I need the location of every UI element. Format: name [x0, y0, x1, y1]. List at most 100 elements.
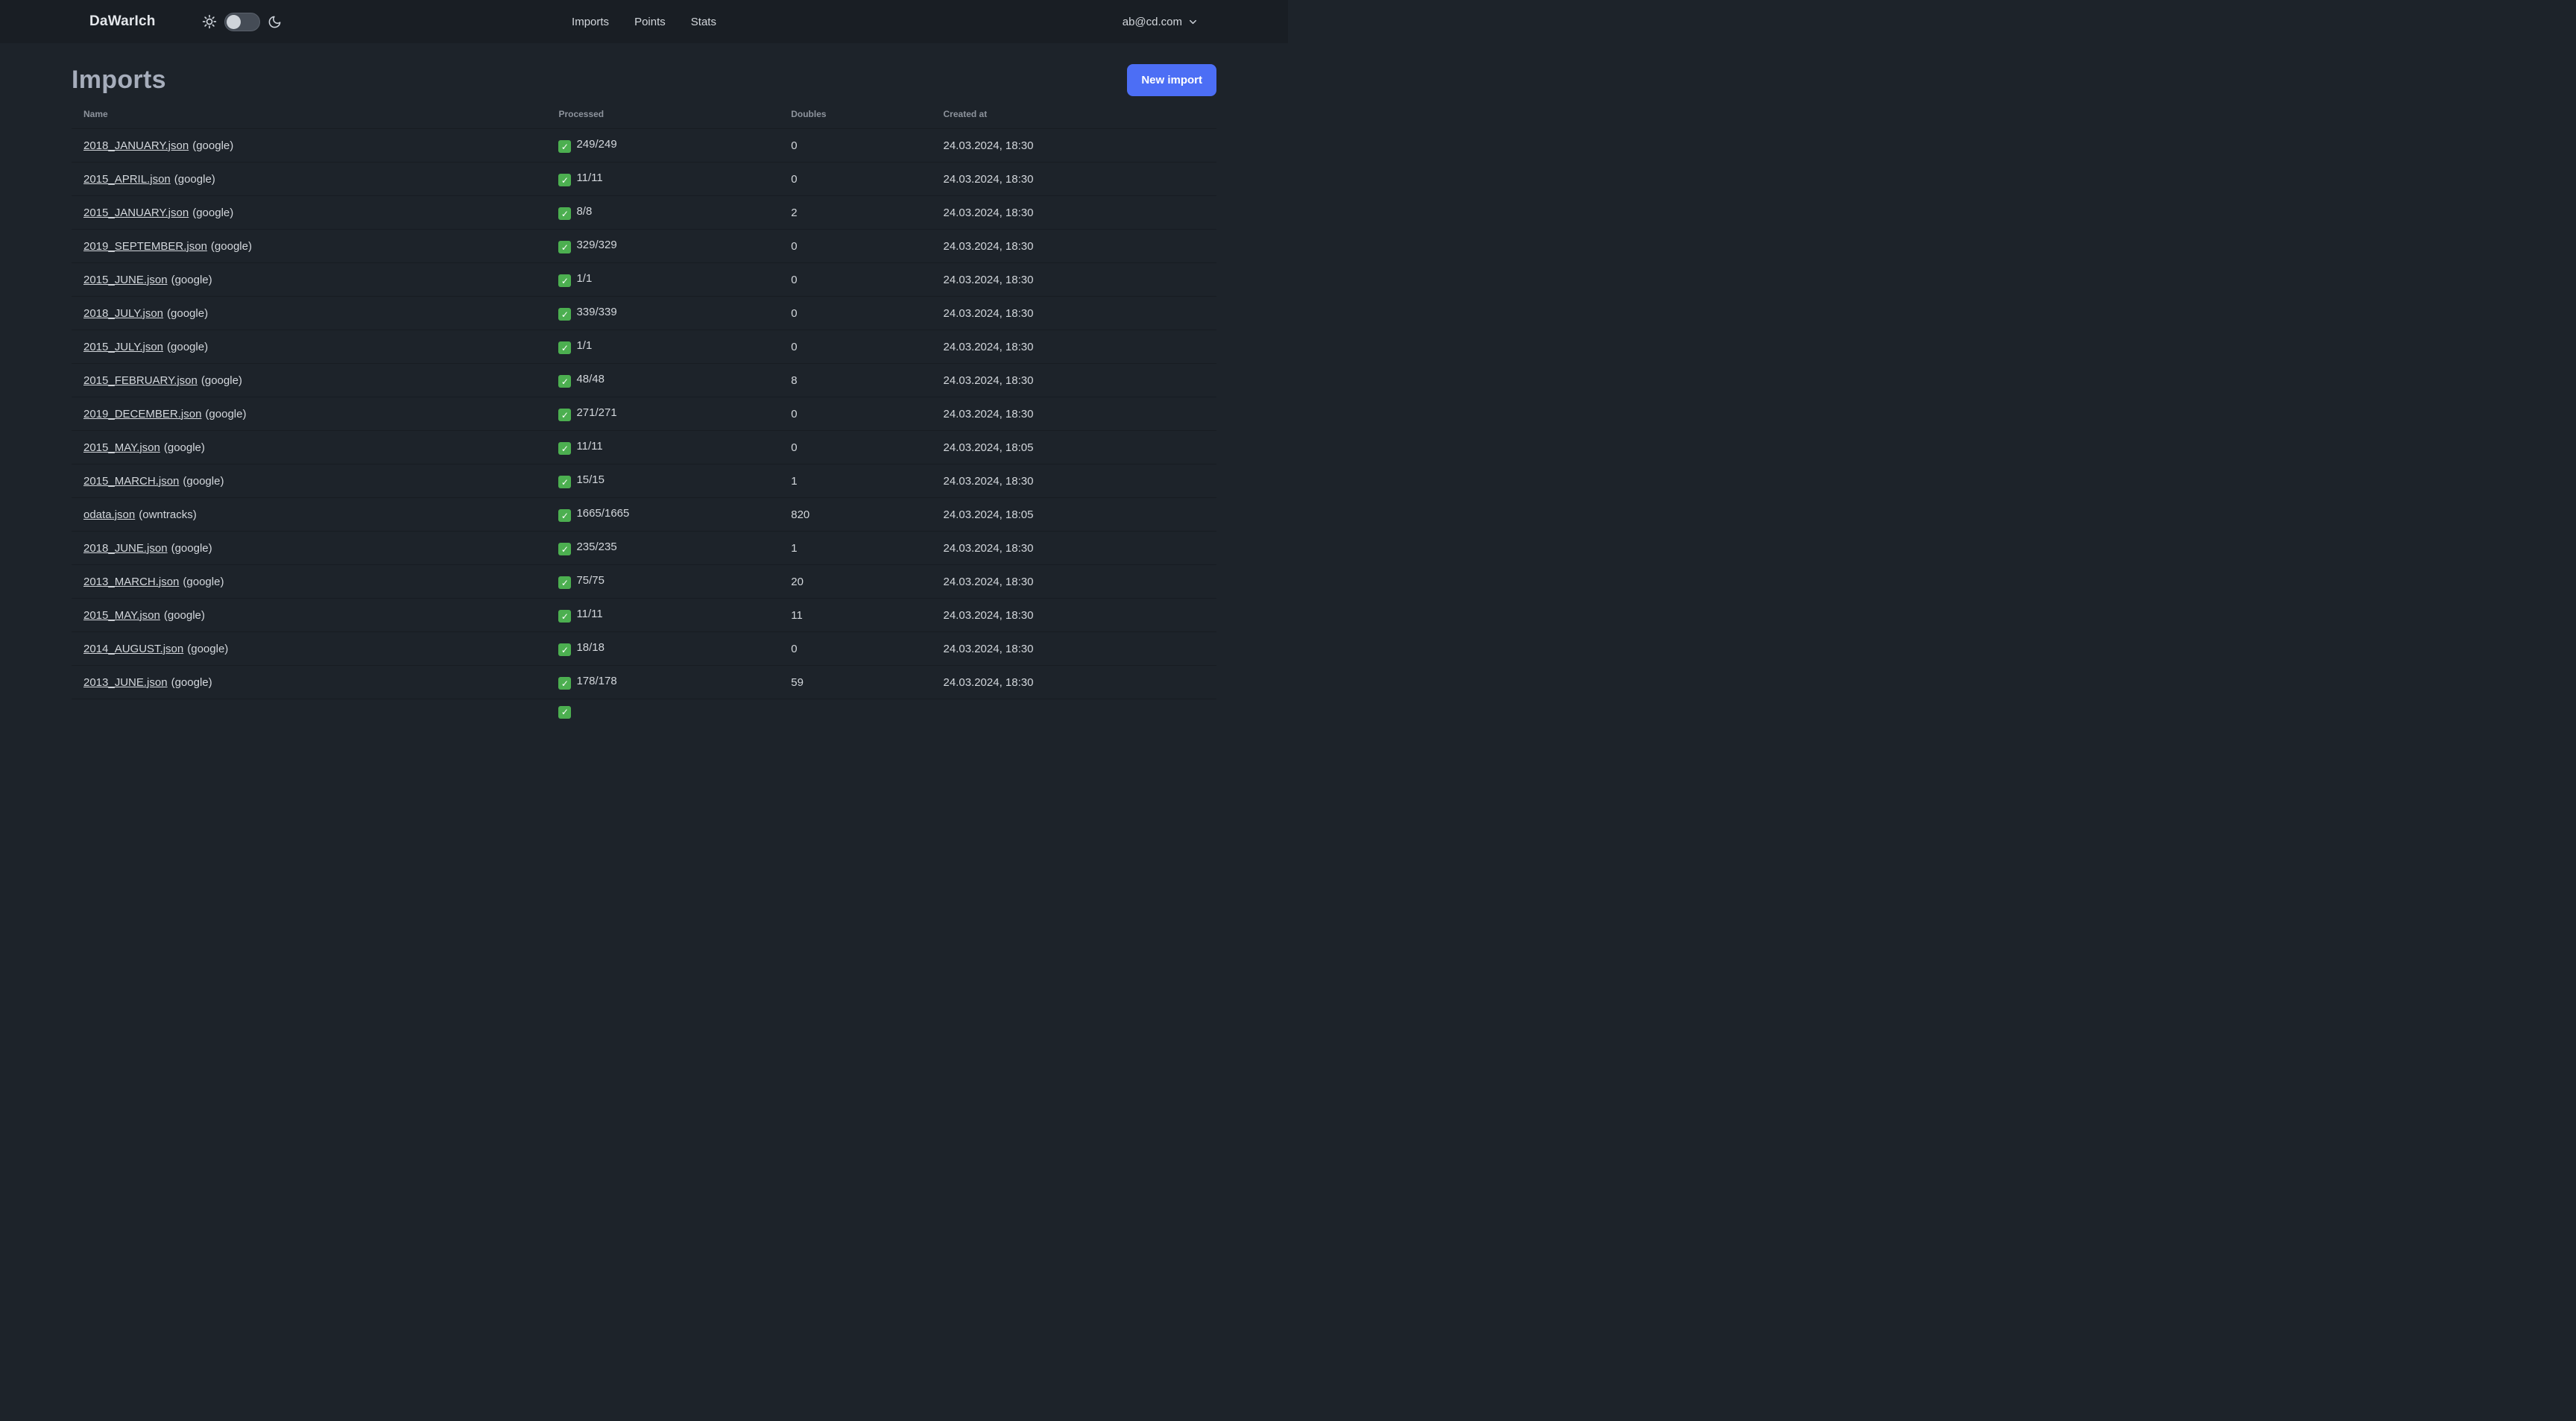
import-file-link[interactable]: 2019_DECEMBER.json: [83, 408, 201, 420]
name-cell: 2015_MAY.json (google): [72, 430, 547, 464]
import-source: (google): [171, 675, 212, 689]
toggle-knob: [226, 14, 241, 29]
import-source: (google): [210, 239, 252, 253]
processed-cell: ✓ 11/11: [546, 162, 780, 196]
import-file-link[interactable]: 2015_MAY.json: [83, 441, 160, 454]
name-cell: 2019_SEPTEMBER.json (google): [72, 229, 547, 263]
import-source: (google): [192, 206, 234, 219]
import-file-link[interactable]: 2018_JULY.json: [83, 307, 163, 320]
import-source: (google): [192, 139, 234, 152]
success-check-icon: ✓: [558, 705, 572, 719]
column-header-doubles: Doubles: [791, 109, 827, 119]
page-title: Imports: [72, 66, 166, 94]
created-at: 24.03.2024, 18:30: [931, 464, 1216, 498]
success-check-icon: ✓: [558, 543, 572, 556]
table-row: 2014_AUGUST.json (google) ✓ 18/18 0 24.03.…: [72, 631, 1216, 666]
processed-count: 8/8: [576, 204, 593, 218]
success-check-icon: ✓: [558, 677, 572, 690]
import-file-link[interactable]: 2014_AUGUST.json: [83, 643, 183, 655]
processed-cell: ✓ 15/15: [546, 464, 780, 498]
import-file-link[interactable]: 2013_MARCH.json: [83, 576, 179, 588]
import-source: (google): [171, 541, 212, 555]
chevron-down-icon: [1187, 16, 1199, 28]
moon-icon: [268, 15, 282, 29]
created-at: 24.03.2024, 18:30: [931, 564, 1216, 599]
doubles-count: 820: [779, 497, 932, 532]
success-check-icon: ✓: [558, 509, 572, 523]
processed-count: 11/11: [576, 607, 603, 620]
table-row: 2015_FEBRUARY.json (google) ✓ 48/48 8 24.0…: [72, 363, 1216, 397]
column-header-name: Name: [83, 109, 108, 119]
imports-table: Name Processed Doubles Created at 2018_J…: [72, 99, 1216, 744]
processed-count: 15/15: [576, 473, 604, 486]
processed-count: 329/329: [576, 238, 617, 251]
import-file-link[interactable]: 2013_JUNE.json: [83, 676, 168, 689]
name-cell: 2015_MAY.json (google): [72, 598, 547, 632]
import-file-link[interactable]: 2015_JULY.json: [83, 341, 163, 353]
nav-link-points[interactable]: Points: [634, 16, 666, 28]
import-file-link[interactable]: 2019_SEPTEMBER.json: [83, 240, 207, 253]
theme-toggle[interactable]: [224, 12, 260, 31]
processed-cell: ✓ 329/329: [546, 229, 780, 263]
processed-count: 11/11: [576, 439, 603, 453]
processed-count: 1/1: [576, 338, 593, 352]
success-check-icon: ✓: [558, 476, 572, 489]
processed-count: 11/11: [576, 171, 603, 184]
import-file-link[interactable]: 2018_JANUARY.json: [83, 139, 189, 152]
doubles-count: 0: [779, 162, 932, 196]
name-cell: 2015_MARCH.json (google): [72, 464, 547, 498]
created-at: 24.03.2024, 18:30: [931, 363, 1216, 397]
nav-link-imports[interactable]: Imports: [572, 16, 609, 28]
import-file-link[interactable]: odata.json: [83, 508, 135, 521]
table-row: 2015_APRIL.json (google) ✓ 11/11 0 24.03.2…: [72, 162, 1216, 196]
table-row-partial: ✓: [72, 699, 1216, 744]
import-source: (google): [163, 441, 205, 454]
table-row: 2015_JANUARY.json (google) ✓ 8/8 2 24.03.2…: [72, 195, 1216, 230]
success-check-icon: ✓: [558, 241, 572, 254]
doubles-count: 0: [779, 330, 932, 364]
success-check-icon: ✓: [558, 409, 572, 422]
new-import-button[interactable]: New import: [1127, 64, 1216, 96]
doubles-count: 0: [779, 128, 932, 163]
processed-count: 75/75: [576, 573, 604, 587]
processed-count: 339/339: [576, 305, 617, 318]
import-file-link[interactable]: 2015_MARCH.json: [83, 475, 179, 488]
name-cell: 2014_AUGUST.json (google): [72, 631, 547, 666]
processed-cell: ✓ 235/235: [546, 531, 780, 565]
created-at: 24.03.2024, 18:30: [931, 397, 1216, 431]
created-at: 24.03.2024, 18:30: [931, 296, 1216, 330]
import-source: (google): [171, 273, 212, 286]
processed-count: 1/1: [576, 271, 593, 285]
theme-toggle-group: [202, 12, 282, 31]
name-cell: 2015_APRIL.json (google): [72, 162, 547, 196]
table-row: 2015_MAY.json (google) ✓ 11/11 0 24.03.202…: [72, 430, 1216, 464]
nav-link-stats[interactable]: Stats: [691, 16, 716, 28]
imports-table-partial: ✓: [72, 699, 1216, 744]
processed-cell: ✓ 18/18: [546, 631, 780, 666]
import-source: (owntracks): [139, 508, 197, 521]
success-check-icon: ✓: [558, 576, 572, 590]
top-nav-bar: DaWarIch Imports Points Stats ab@cd.com: [0, 0, 1288, 43]
import-file-link[interactable]: 2018_JUNE.json: [83, 542, 168, 555]
import-file-link[interactable]: 2015_FEBRUARY.json: [83, 374, 198, 387]
table-row: 2018_JULY.json (google) ✓ 339/339 0 24.03.…: [72, 296, 1216, 330]
doubles-count: 0: [779, 262, 932, 297]
name-cell: 2013_MARCH.json (google): [72, 564, 547, 599]
created-at: 24.03.2024, 18:30: [931, 262, 1216, 297]
processed-cell: ✓ 11/11: [546, 598, 780, 632]
imports-table-body: 2018_JANUARY.json (google) ✓ 249/249 0 24.…: [72, 128, 1216, 699]
column-header-created-at: Created at: [943, 109, 988, 119]
import-file-link[interactable]: 2015_JANUARY.json: [83, 207, 189, 219]
success-check-icon: ✓: [558, 375, 572, 388]
brand-logo[interactable]: DaWarIch: [89, 13, 156, 30]
import-file-link[interactable]: 2015_APRIL.json: [83, 173, 171, 186]
processed-count: 249/249: [576, 137, 617, 151]
user-menu[interactable]: ab@cd.com: [1123, 16, 1199, 28]
success-check-icon: ✓: [558, 207, 572, 221]
import-file-link[interactable]: 2015_JUNE.json: [83, 274, 168, 286]
import-file-link[interactable]: 2015_MAY.json: [83, 609, 160, 622]
success-check-icon: ✓: [558, 308, 572, 321]
table-row: 2015_MARCH.json (google) ✓ 15/15 1 24.03.2…: [72, 464, 1216, 498]
processed-cell: ✓ 8/8: [546, 195, 780, 230]
name-cell: 2015_JULY.json (google): [72, 330, 547, 364]
